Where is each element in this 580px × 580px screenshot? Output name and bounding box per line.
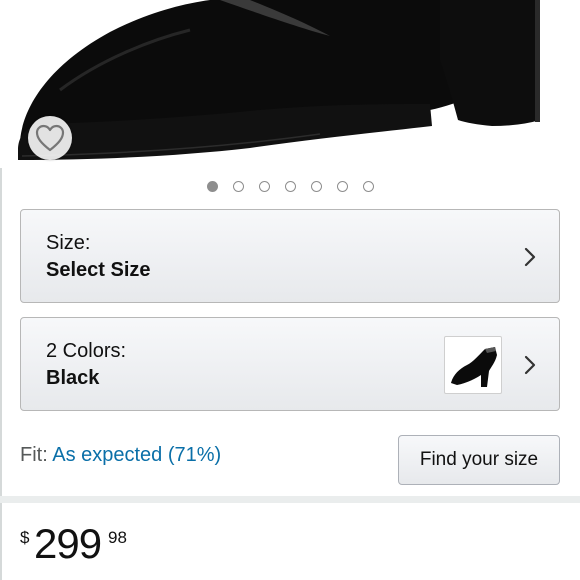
find-your-size-button[interactable]: Find your size — [398, 435, 560, 485]
carousel-dot-3[interactable] — [258, 181, 270, 192]
product-image[interactable] — [0, 0, 580, 168]
size-label: Size: — [46, 232, 91, 254]
black-pump-shoe-image — [14, 0, 580, 168]
carousel-dot-1[interactable] — [206, 181, 218, 192]
heart-outline-icon — [35, 124, 65, 152]
carousel-dot-4[interactable] — [284, 181, 296, 192]
carousel-dot-5[interactable] — [310, 181, 322, 192]
black-pump-thumbnail-icon — [451, 347, 497, 387]
carousel-dot-7[interactable] — [362, 181, 374, 192]
color-swatch-thumbnail[interactable] — [444, 336, 502, 394]
size-value: Select Size — [46, 259, 151, 281]
fit-info: Fit: As expected (71%) — [20, 444, 221, 467]
fit-label: Fit: — [20, 444, 48, 466]
wishlist-button[interactable] — [28, 116, 72, 160]
color-count-label: 2 Colors: — [46, 340, 127, 362]
section-divider — [0, 496, 580, 503]
chevron-right-icon — [524, 247, 536, 267]
price-currency: $ — [20, 528, 30, 547]
image-carousel-indicator[interactable] — [0, 181, 580, 195]
price-fraction: 98 — [108, 528, 127, 547]
price-whole: 299 — [34, 520, 102, 567]
fit-value-link[interactable]: As expected (71%) — [52, 444, 221, 466]
size-selector[interactable]: Size: Select Size — [20, 209, 560, 303]
carousel-dot-2[interactable] — [232, 181, 244, 192]
color-selector[interactable]: 2 Colors: Black — [20, 317, 560, 411]
chevron-right-icon — [524, 355, 536, 375]
carousel-dot-6[interactable] — [336, 181, 348, 192]
color-value: Black — [46, 367, 100, 389]
